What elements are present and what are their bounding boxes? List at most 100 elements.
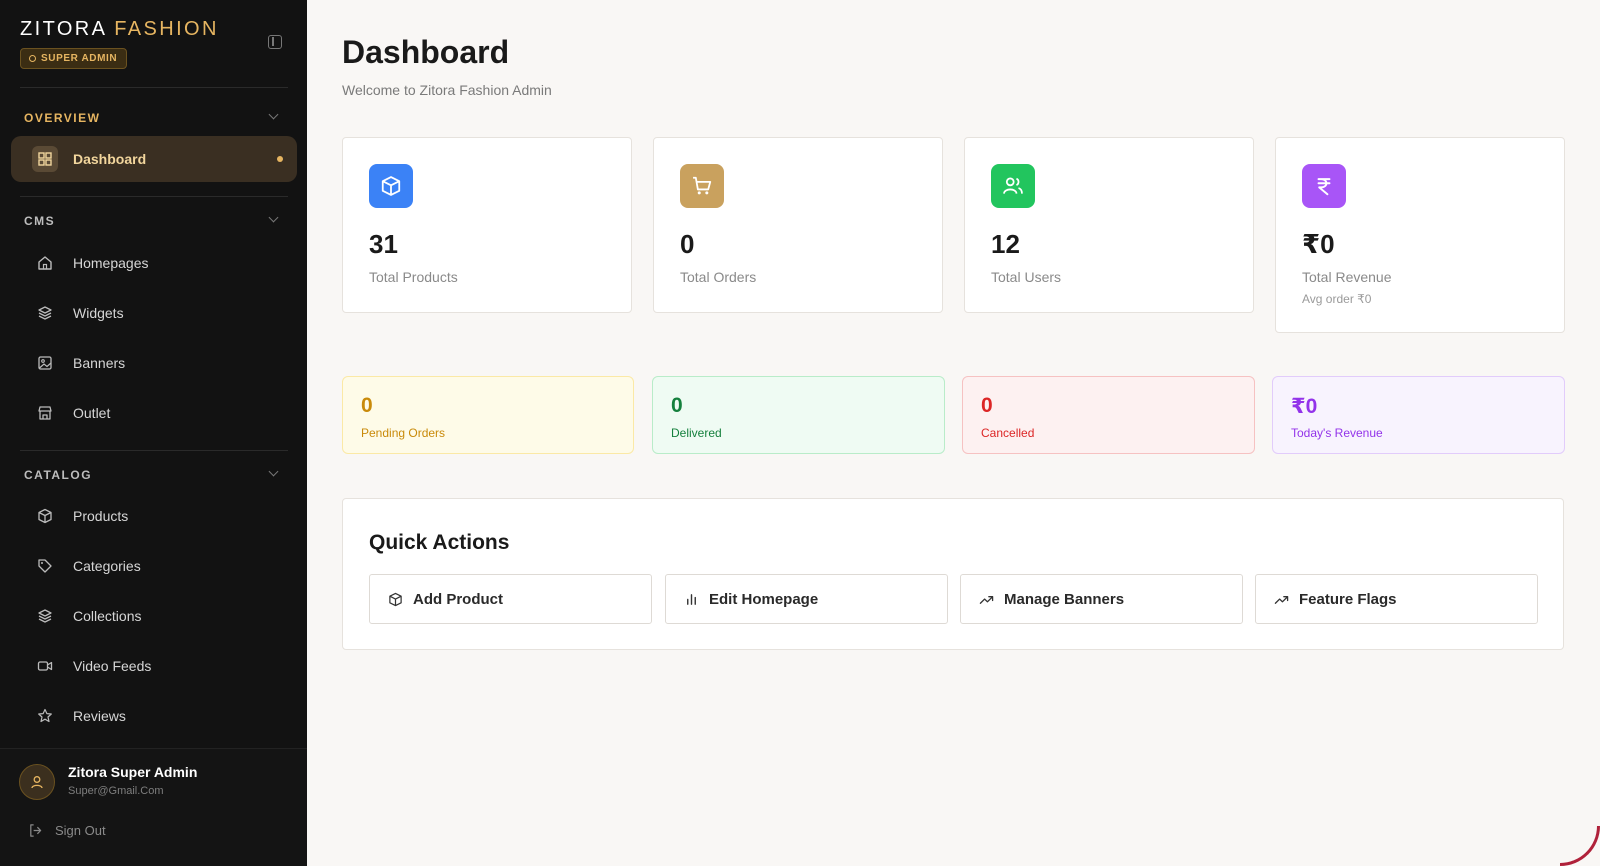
page-title: Dashboard bbox=[342, 34, 510, 70]
button-label: Feature Flags bbox=[1299, 590, 1397, 608]
status-card-cancelled[interactable]: 0 Cancelled bbox=[962, 376, 1255, 454]
page-subtitle: Welcome to Zitora Fashion Admin bbox=[342, 82, 552, 98]
layers-icon bbox=[37, 608, 53, 624]
user-profile: Zitora Super Admin Super@Gmail.Com Sign … bbox=[0, 748, 307, 866]
box-icon bbox=[369, 164, 413, 208]
status-card-delivered[interactable]: 0 Delivered bbox=[652, 376, 945, 454]
sidebar-item-banners[interactable]: Banners bbox=[11, 340, 297, 386]
sidebar-item-label: Outlet bbox=[73, 405, 111, 421]
stat-value: ₹0 bbox=[1302, 229, 1335, 259]
user-icon bbox=[31, 776, 43, 789]
sidebar-item-video-feeds[interactable]: Video Feeds bbox=[11, 643, 297, 689]
section-cms[interactable]: CMS bbox=[24, 214, 55, 228]
role-badge-label: SUPER ADMIN bbox=[41, 53, 118, 64]
image-icon bbox=[37, 355, 53, 371]
sidebar-item-label: Products bbox=[73, 508, 129, 524]
active-indicator bbox=[277, 156, 283, 162]
sidebar-item-categories[interactable]: Categories bbox=[11, 543, 297, 589]
main-content: Dashboard Welcome to Zitora Fashion Admi… bbox=[307, 0, 1600, 866]
stat-label: Total Users bbox=[991, 269, 1062, 285]
stat-value: 31 bbox=[369, 229, 398, 259]
button-label: Add Product bbox=[413, 590, 503, 608]
cart-icon bbox=[680, 164, 724, 208]
status-label: Cancelled bbox=[981, 426, 1035, 440]
stat-value: 12 bbox=[991, 229, 1020, 259]
section-catalog[interactable]: CATALOG bbox=[24, 468, 92, 482]
rupee-icon bbox=[1302, 164, 1346, 208]
button-label: Edit Homepage bbox=[709, 590, 819, 608]
sign-out-button[interactable]: Sign Out bbox=[28, 823, 106, 838]
sidebar-collapse-icon[interactable] bbox=[268, 35, 282, 49]
quick-actions-title: Quick Actions bbox=[369, 531, 510, 554]
avatar[interactable] bbox=[19, 764, 55, 800]
status-label: Pending Orders bbox=[361, 426, 446, 440]
grid-icon bbox=[32, 146, 58, 172]
chevron-down-icon[interactable] bbox=[268, 466, 279, 477]
sidebar-item-dashboard[interactable]: Dashboard bbox=[11, 136, 297, 182]
brand-logo[interactable]: ZITORA FASHION bbox=[20, 18, 219, 41]
stat-label: Total Orders bbox=[680, 269, 757, 285]
user-name: Zitora Super Admin bbox=[68, 764, 198, 780]
user-email: Super@Gmail.Com bbox=[68, 785, 164, 797]
edit-homepage-button[interactable]: Edit Homepage bbox=[665, 574, 948, 624]
quick-actions-panel: Quick Actions Add Product Edit Homepage … bbox=[342, 498, 1564, 650]
stat-card-orders[interactable]: 0 Total Orders bbox=[653, 137, 943, 313]
add-product-button[interactable]: Add Product bbox=[369, 574, 652, 624]
brand-primary: ZITORA bbox=[20, 18, 107, 40]
status-value: 0 bbox=[671, 394, 683, 417]
sign-out-label: Sign Out bbox=[55, 823, 106, 838]
trending-up-icon bbox=[1274, 595, 1289, 604]
status-value: 0 bbox=[361, 394, 373, 417]
store-icon bbox=[37, 405, 53, 421]
home-icon bbox=[37, 255, 53, 271]
status-value: ₹0 bbox=[1291, 395, 1318, 418]
users-icon bbox=[991, 164, 1035, 208]
status-label: Today's Revenue bbox=[1291, 426, 1383, 440]
stat-card-users[interactable]: 12 Total Users bbox=[964, 137, 1254, 313]
bar-chart-icon bbox=[687, 593, 696, 605]
stat-card-revenue[interactable]: ₹0 Total Revenue Avg order ₹0 bbox=[1275, 137, 1565, 333]
sidebar-item-label: Collections bbox=[73, 608, 142, 624]
status-card-today-revenue[interactable]: ₹0 Today's Revenue bbox=[1272, 376, 1565, 454]
stat-card-products[interactable]: 31 Total Products bbox=[342, 137, 632, 313]
chevron-down-icon[interactable] bbox=[268, 109, 279, 120]
chevron-down-icon[interactable] bbox=[268, 212, 279, 223]
sidebar-item-label: Homepages bbox=[73, 255, 149, 271]
button-label: Manage Banners bbox=[1004, 590, 1125, 608]
sidebar: ZITORA FASHION SUPER ADMIN OVERVIEW Dash… bbox=[0, 0, 307, 866]
trending-up-icon bbox=[979, 595, 994, 604]
sidebar-item-outlet[interactable]: Outlet bbox=[11, 390, 297, 436]
sidebar-item-label: Categories bbox=[73, 558, 141, 574]
sidebar-item-label: Dashboard bbox=[73, 151, 147, 167]
sidebar-item-label: Banners bbox=[73, 355, 126, 371]
status-card-pending[interactable]: 0 Pending Orders bbox=[342, 376, 634, 454]
sidebar-item-collections[interactable]: Collections bbox=[11, 593, 297, 639]
sidebar-item-widgets[interactable]: Widgets bbox=[11, 290, 297, 336]
sidebar-item-label: Video Feeds bbox=[73, 658, 152, 674]
divider bbox=[20, 87, 288, 88]
role-badge: SUPER ADMIN bbox=[20, 48, 128, 69]
stat-label: Total Products bbox=[369, 269, 458, 285]
video-icon bbox=[37, 658, 53, 674]
sidebar-item-reviews[interactable]: Reviews bbox=[11, 693, 297, 739]
stat-label: Total Revenue bbox=[1302, 269, 1392, 285]
shield-icon bbox=[29, 55, 36, 62]
star-icon bbox=[37, 708, 53, 724]
section-overview[interactable]: OVERVIEW bbox=[24, 111, 100, 125]
brand-accent: FASHION bbox=[114, 18, 219, 40]
feature-flags-button[interactable]: Feature Flags bbox=[1255, 574, 1538, 624]
sidebar-item-products[interactable]: Products bbox=[11, 493, 297, 539]
tag-icon bbox=[37, 558, 53, 574]
status-value: 0 bbox=[981, 394, 993, 417]
sidebar-item-homepages[interactable]: Homepages bbox=[11, 240, 297, 286]
divider bbox=[20, 450, 288, 451]
status-label: Delivered bbox=[671, 426, 722, 440]
stat-value: 0 bbox=[680, 229, 695, 259]
sidebar-item-label: Reviews bbox=[73, 708, 126, 724]
manage-banners-button[interactable]: Manage Banners bbox=[960, 574, 1243, 624]
box-icon bbox=[389, 592, 402, 606]
divider bbox=[20, 196, 288, 197]
logout-icon bbox=[30, 824, 42, 837]
sidebar-item-label: Widgets bbox=[73, 305, 124, 321]
stat-sublabel: Avg order ₹0 bbox=[1302, 292, 1372, 306]
